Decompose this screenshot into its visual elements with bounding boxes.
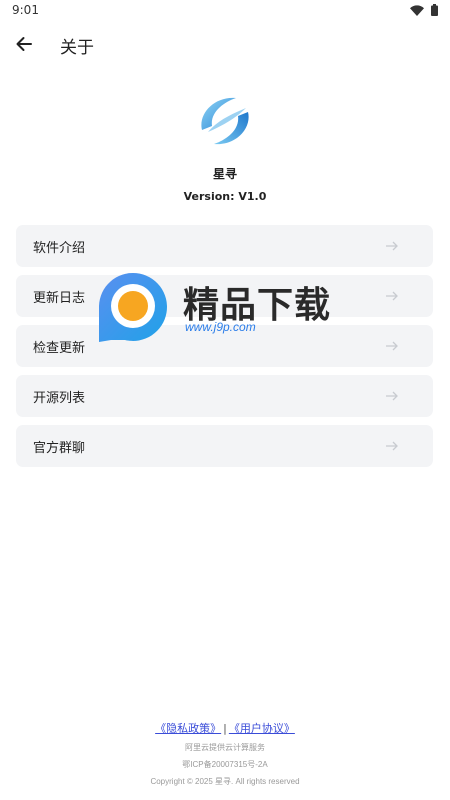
status-icons: [410, 4, 438, 16]
app-version: Version: V1.0: [183, 190, 267, 203]
app-name: 星寻: [212, 167, 237, 181]
page-title: 关于: [60, 38, 94, 58]
menu-item-label: 软件介绍: [33, 241, 86, 256]
menu-item-changelog[interactable]: 更新日志: [16, 275, 433, 317]
status-time: 9:01: [12, 3, 39, 17]
arrow-right-icon: [386, 391, 398, 401]
app-bar: 关于: [0, 22, 450, 66]
back-button[interactable]: [10, 30, 38, 58]
wifi-icon: [410, 4, 424, 16]
arrow-right-icon: [386, 341, 398, 351]
arrow-left-icon: [16, 37, 32, 51]
footer-separator: |: [223, 722, 227, 735]
menu-item-label: 更新日志: [33, 291, 86, 306]
menu-item-open-source[interactable]: 开源列表: [16, 375, 433, 417]
menu-item-label: 官方群聊: [33, 441, 86, 456]
about-menu: 软件介绍 更新日志 检查更新 开源列表 官方群聊: [16, 225, 433, 475]
app-logo: [201, 97, 249, 145]
arrow-right-icon: [386, 441, 398, 451]
icp-text: 鄂ICP备20007315号-2A: [182, 760, 268, 769]
menu-item-official-group[interactable]: 官方群聊: [16, 425, 433, 467]
privacy-policy-link[interactable]: 《隐私政策》: [155, 722, 221, 735]
arrow-right-icon: [386, 241, 398, 251]
user-agreement-link[interactable]: 《用户协议》: [229, 722, 295, 735]
hosting-text: 阿里云提供云计算服务: [185, 743, 265, 752]
copyright-text: Copyright © 2025 星寻. All rights reserved: [150, 777, 300, 786]
menu-item-check-update[interactable]: 检查更新: [16, 325, 433, 367]
footer-links: 《隐私政策》 | 《用户协议》: [0, 720, 450, 736]
arrow-right-icon: [386, 291, 398, 301]
menu-item-software-intro[interactable]: 软件介绍: [16, 225, 433, 267]
footer: 《隐私政策》 | 《用户协议》 阿里云提供云计算服务 鄂ICP备20007315号-…: [0, 720, 450, 787]
status-bar: 9:01: [0, 0, 450, 22]
menu-item-label: 开源列表: [33, 391, 86, 406]
menu-item-label: 检查更新: [33, 341, 86, 356]
battery-icon: [431, 4, 438, 16]
